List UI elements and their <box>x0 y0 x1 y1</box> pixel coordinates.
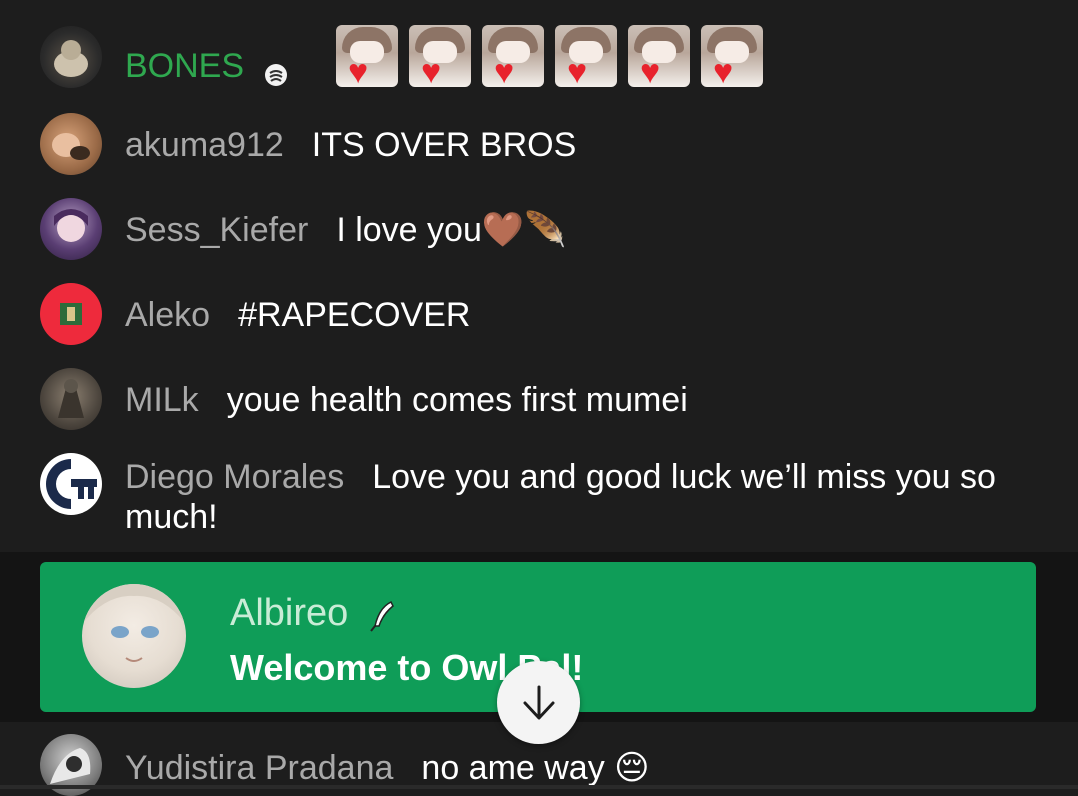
author-name[interactable]: Aleko <box>125 296 210 334</box>
arrow-down-icon <box>523 685 554 719</box>
chat-message[interactable]: MILk youe health comes first mumei <box>40 368 1038 430</box>
chat-message[interactable]: BONES ♥ ♥ ♥ ♥ ♥ ♥ <box>40 25 1038 88</box>
heart-sticker: ♥ <box>408 25 471 87</box>
moderator-wrench-badge-icon <box>264 56 288 86</box>
avatar[interactable] <box>40 453 102 515</box>
author-name[interactable]: Yudistira Pradana <box>125 749 393 787</box>
message-text: no ame way 😔 <box>421 749 650 787</box>
heart-sticker: ♥ <box>700 25 763 87</box>
chat-message[interactable]: Aleko #RAPECOVER <box>40 283 1038 345</box>
scroll-to-bottom-button[interactable] <box>497 661 580 744</box>
avatar[interactable] <box>40 198 102 260</box>
logo-avatar-image <box>46 459 97 509</box>
avatar[interactable] <box>40 26 102 88</box>
chat-message[interactable]: Diego Morales Love you and good luck we’l… <box>40 453 1038 536</box>
dog-avatar-image <box>54 40 88 77</box>
heart-sticker: ♥ <box>554 25 617 87</box>
heart-sticker: ♥ <box>481 25 544 87</box>
message-text: youe health comes first mumei <box>226 381 688 419</box>
album-cover-avatar-image <box>60 303 82 325</box>
author-name[interactable]: BONES <box>125 47 244 85</box>
avatar[interactable] <box>40 368 102 430</box>
author-name[interactable]: akuma912 <box>125 126 284 164</box>
avatar[interactable] <box>82 584 186 688</box>
anime-avatar-image <box>82 584 186 662</box>
heart-sticker: ♥ <box>335 25 398 87</box>
chat-feed: BONES ♥♥♥♥♥♥ akuma912ITS OVER BROS <box>0 0 1078 552</box>
avatar[interactable] <box>40 113 102 175</box>
author-name[interactable]: MILk <box>125 381 199 419</box>
banner-author-name[interactable]: Albireo <box>230 592 348 634</box>
dog-avatar-image <box>52 133 90 160</box>
anime-avatar-image <box>54 209 88 242</box>
chat-message[interactable]: Sess_Kiefer I love you🤎🪶 <box>40 198 1038 260</box>
chat-message[interactable]: akuma912 ITS OVER BROS <box>40 113 1038 175</box>
feather-icon <box>369 599 397 632</box>
sticker-group: ♥ ♥ ♥ ♥ ♥ ♥ <box>325 25 763 87</box>
divider <box>0 785 1078 789</box>
author-name[interactable]: Sess_Kiefer <box>125 211 308 249</box>
author-name[interactable]: Diego Morales <box>125 458 344 496</box>
heart-sticker: ♥ <box>627 25 690 87</box>
knight-avatar-image <box>58 379 84 418</box>
message-text: #RAPECOVER <box>238 296 471 334</box>
message-text: I love you🤎🪶 <box>336 211 567 249</box>
avatar[interactable] <box>40 283 102 345</box>
message-text: ITS OVER BROS <box>311 126 577 164</box>
